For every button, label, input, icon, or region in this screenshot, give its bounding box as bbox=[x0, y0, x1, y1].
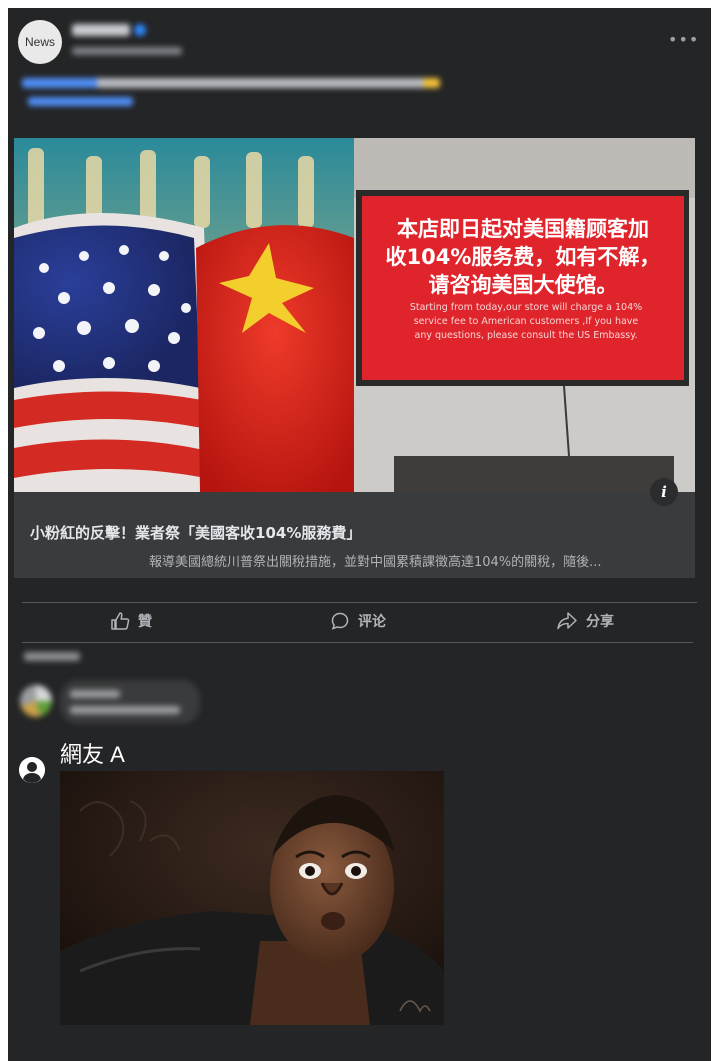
sign-text-zh-line2: 收104%服务费，如有不解， bbox=[386, 245, 661, 269]
share-label: 分享 bbox=[586, 614, 614, 630]
user-avatar-icon[interactable] bbox=[19, 757, 45, 783]
sign-text-en-line1: Starting from today,our store will charg… bbox=[410, 302, 642, 313]
sign-text-en-line2: service fee to American customers ,If yo… bbox=[414, 316, 639, 327]
link-title[interactable]: 小粉紅的反擊！業者祭「美國客收104%服務費」 bbox=[30, 522, 680, 543]
link-preview-image: 本店即日起对美国籍顾客加 收104%服务费，如有不解， 请咨询美国大使馆。 St… bbox=[14, 138, 695, 492]
comment-bubble-icon bbox=[331, 612, 349, 630]
comment-label: 评论 bbox=[358, 614, 386, 630]
share-arrow-icon bbox=[557, 612, 577, 630]
sign-text-zh-line1: 本店即日起对美国籍顾客加 bbox=[397, 217, 649, 241]
link-description: 報導美國總統川普祭出關稅措施，並對中國累積課徵高達104%的關稅，隨後... bbox=[149, 555, 602, 570]
comment-button[interactable]: 评论 bbox=[330, 604, 386, 638]
verified-badge-icon bbox=[134, 24, 146, 36]
avatar-label: News bbox=[24, 35, 55, 49]
info-icon[interactable]: i bbox=[650, 478, 678, 506]
post-meta-redacted bbox=[72, 47, 182, 55]
comment-bubble-redacted bbox=[60, 680, 200, 724]
thumbs-up-icon bbox=[111, 612, 130, 630]
page-name-redacted[interactable] bbox=[72, 24, 130, 36]
link-preview-card[interactable]: 本店即日起对美国籍顾客加 收104%服务费，如有不解， 请咨询美国大使馆。 St… bbox=[14, 138, 695, 578]
share-button[interactable]: 分享 bbox=[556, 604, 614, 638]
action-divider-top bbox=[22, 602, 697, 603]
person-icon bbox=[19, 757, 45, 783]
like-label: 贊 bbox=[138, 614, 152, 630]
reaction-image bbox=[60, 771, 444, 1025]
sign-text-en-line3: any questions, please consult the US Emb… bbox=[415, 330, 638, 341]
page-avatar[interactable]: News bbox=[18, 20, 62, 64]
more-options-icon[interactable]: ••• bbox=[668, 32, 698, 48]
like-button[interactable]: 贊 bbox=[110, 604, 152, 638]
post-text-redacted bbox=[22, 78, 440, 88]
action-divider-bottom bbox=[22, 642, 693, 643]
post-link-redacted[interactable] bbox=[28, 97, 133, 106]
sign-text-zh-line3: 请咨询美国大使馆。 bbox=[429, 273, 618, 297]
commenter-avatar-redacted[interactable] bbox=[20, 685, 52, 717]
comment-sort-redacted[interactable] bbox=[24, 652, 80, 661]
comment-author[interactable]: 網友 A bbox=[60, 737, 125, 769]
